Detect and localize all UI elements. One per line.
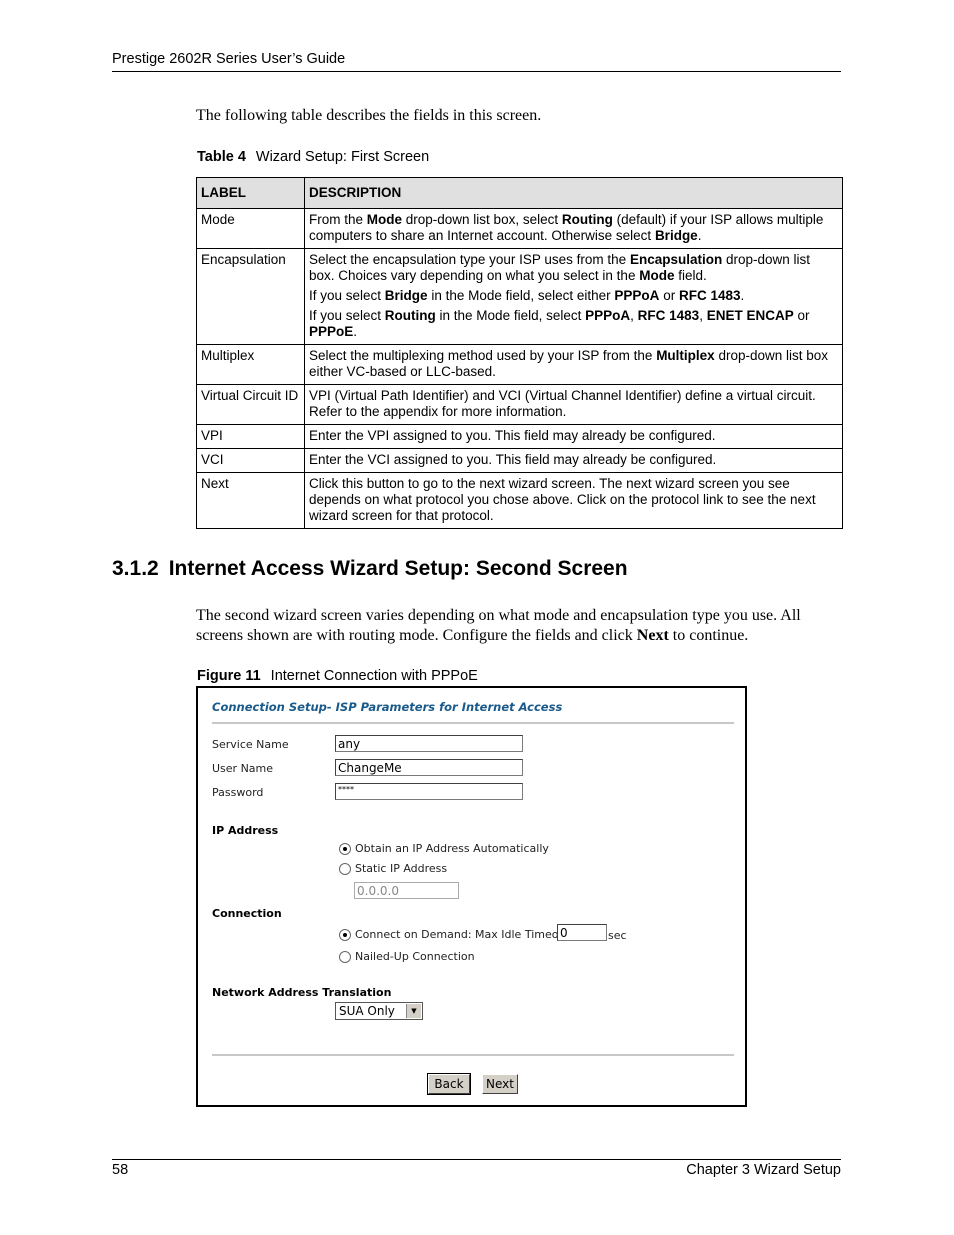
nailed-up-label: Nailed-Up Connection: [355, 950, 475, 963]
row-label: Next: [196, 472, 305, 529]
page-number: 58: [112, 1162, 129, 1178]
password-input[interactable]: ****: [335, 783, 523, 800]
column-header-label: LABEL: [196, 177, 305, 209]
next-button[interactable]: Next: [482, 1074, 518, 1094]
user-name-input[interactable]: ChangeMe: [335, 759, 523, 776]
table-row: VCI Enter the VCI assigned to you. This f…: [196, 448, 843, 473]
ip-auto-radio[interactable]: [339, 842, 351, 855]
figure-caption: Figure 11 Internet Connection with PPPoE: [197, 668, 478, 684]
connection-heading: Connection: [212, 907, 282, 920]
description-paragraph: From the Mode drop-down list box, select…: [309, 212, 824, 243]
row-label: Virtual Circuit ID: [196, 384, 305, 425]
description-paragraph: VPI (Virtual Path Identifier) and VCI (V…: [309, 388, 816, 419]
ip-static-radio[interactable]: [339, 862, 351, 875]
nailed-up-radio[interactable]: [339, 950, 351, 963]
nat-select[interactable]: SUA Only ▼: [335, 1002, 423, 1020]
password-label: Password: [212, 786, 264, 799]
back-button[interactable]: Back: [427, 1073, 471, 1095]
description-paragraph: Select the multiplexing method used by y…: [309, 348, 829, 379]
section-paragraph: The second wizard screen varies dependin…: [196, 606, 846, 646]
figure-caption-title: Internet Connection with PPPoE: [270, 668, 478, 684]
top-divider: [212, 722, 734, 724]
table-row: Virtual Circuit ID VPI (Virtual Path Iden…: [196, 384, 843, 425]
row-label: Multiplex: [196, 344, 305, 385]
table-caption: Table 4 Wizard Setup: First Screen: [197, 149, 429, 165]
paragraph-bold: Next: [636, 627, 669, 644]
ip-static-label: Static IP Address: [355, 862, 448, 875]
idle-timeout-input[interactable]: 0: [557, 924, 607, 941]
column-header-description: DESCRIPTION: [304, 177, 843, 209]
table-row: Multiplex Select the multiplexing method …: [196, 344, 843, 385]
row-description: Click this button to go to the next wiza…: [304, 472, 843, 529]
row-description: Enter the VCI assigned to you. This fiel…: [304, 448, 843, 473]
connect-on-demand-label: Connect on Demand: Max Idle Timeout: [355, 928, 570, 941]
row-label: VPI: [196, 424, 305, 449]
footer-rule: [112, 1159, 841, 1160]
row-description: Enter the VPI assigned to you. This fiel…: [304, 424, 843, 449]
description-paragraph: If you select Bridge in the Mode field, …: [309, 288, 745, 303]
running-header: Prestige 2602R Series User’s Guide: [112, 51, 346, 67]
table-caption-label: Table 4: [197, 149, 246, 165]
row-label: Mode: [196, 208, 305, 249]
table-body: Mode From the Mode drop-down list box, se…: [196, 208, 843, 529]
user-name-label: User Name: [212, 762, 274, 775]
figure-screenshot: Connection Setup- ISP Parameters for Int…: [196, 686, 747, 1107]
static-ip-input[interactable]: 0.0.0.0: [354, 882, 459, 899]
row-label: VCI: [196, 448, 305, 473]
service-name-label: Service Name: [212, 738, 289, 751]
table-row: Mode From the Mode drop-down list box, se…: [196, 208, 843, 249]
bottom-divider: [212, 1054, 734, 1056]
paragraph-text-end: to continue.: [668, 627, 749, 644]
section-heading: Internet Access Wizard Setup: Second Scr…: [168, 557, 628, 580]
ip-address-heading: IP Address: [212, 824, 279, 837]
ip-auto-label: Obtain an IP Address Automatically: [355, 842, 549, 855]
header-rule: [112, 71, 841, 72]
table-row: Encapsulation Select the encapsulation ty…: [196, 248, 843, 345]
table-header-row: LABEL DESCRIPTION: [196, 177, 843, 209]
row-label: Encapsulation: [196, 248, 305, 345]
row-description: Select the multiplexing method used by y…: [304, 344, 843, 385]
intro-text: The following table describes the fields…: [196, 107, 542, 124]
chapter-title: Chapter 3 Wizard Setup: [686, 1162, 841, 1178]
description-table: LABEL DESCRIPTION Mode From the Mode drop…: [196, 177, 843, 529]
nailed-up-option[interactable]: Nailed-Up Connection: [339, 950, 475, 963]
description-paragraph: If you select Routing in the Mode field,…: [309, 308, 810, 339]
chevron-down-icon[interactable]: ▼: [406, 1004, 421, 1018]
screen-title: Connection Setup- ISP Parameters for Int…: [212, 700, 563, 714]
section-number: 3.1.2: [112, 557, 159, 580]
table-row: VPI Enter the VPI assigned to you. This f…: [196, 424, 843, 449]
service-name-input[interactable]: any: [335, 735, 523, 752]
row-description: VPI (Virtual Path Identifier) and VCI (V…: [304, 384, 843, 425]
section-title: 3.1.2 Internet Access Wizard Setup: Secon…: [112, 557, 628, 581]
description-paragraph: Select the encapsulation type your ISP u…: [309, 252, 810, 283]
description-paragraph: Enter the VPI assigned to you. This fiel…: [309, 428, 716, 443]
connect-on-demand-radio[interactable]: [339, 928, 351, 941]
table-caption-title: Wizard Setup: First Screen: [255, 149, 430, 165]
nat-heading: Network Address Translation: [212, 986, 392, 999]
row-description: Select the encapsulation type your ISP u…: [304, 248, 843, 345]
nat-selected-value: SUA Only: [339, 1004, 395, 1018]
ip-auto-option[interactable]: Obtain an IP Address Automatically: [339, 842, 549, 855]
figure-caption-label: Figure 11: [197, 668, 261, 684]
description-paragraph: Click this button to go to the next wiza…: [309, 476, 816, 523]
row-description: From the Mode drop-down list box, select…: [304, 208, 843, 249]
description-paragraph: Enter the VCI assigned to you. This fiel…: [309, 452, 717, 467]
ip-static-option[interactable]: Static IP Address: [339, 862, 447, 875]
table-row: Next Click this button to go to the next …: [196, 472, 843, 529]
timeout-unit-label: sec: [608, 929, 627, 942]
connect-on-demand-option[interactable]: Connect on Demand: Max Idle Timeout: [339, 928, 570, 941]
